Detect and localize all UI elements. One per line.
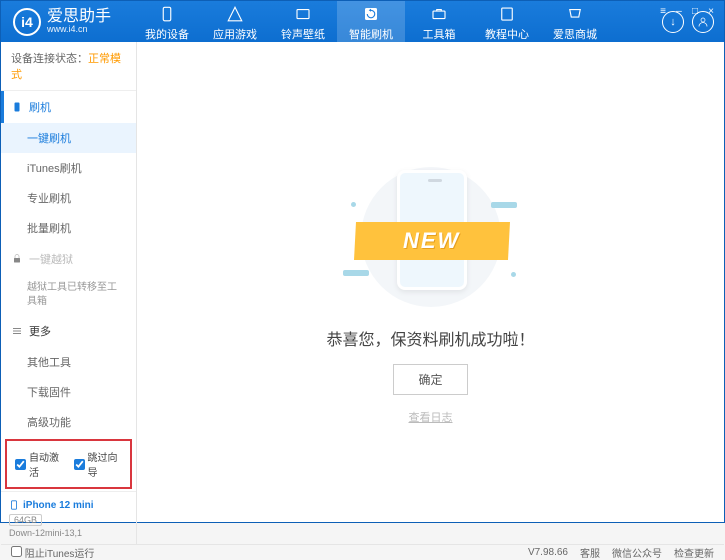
- options-checkboxes: 自动激活 跳过向导: [5, 439, 132, 489]
- status-label: 设备连接状态：: [11, 53, 88, 65]
- jailbreak-note: 越狱工具已转移至工具箱: [1, 275, 136, 315]
- connection-status: 设备连接状态：正常模式: [1, 42, 136, 91]
- tab-smart-flash[interactable]: 智能刷机: [337, 1, 405, 42]
- group-label: 更多: [29, 323, 51, 339]
- auto-activate-input[interactable]: [15, 459, 26, 470]
- window-controls: ≡ – □ ×: [650, 1, 724, 21]
- sidebar-item-batch[interactable]: 批量刷机: [1, 213, 136, 243]
- title-bar: ≡ – □ × i4 爱思助手 www.i4.cn 我的设备 应用游戏 铃声壁纸: [1, 1, 724, 42]
- block-itunes-input[interactable]: [11, 546, 22, 557]
- confirm-button[interactable]: 确定: [393, 364, 467, 395]
- sidebar: 设备连接状态：正常模式 刷机 一键刷机 iTunes刷机 专业刷机 批量刷机 一…: [1, 42, 137, 544]
- tab-ringtone[interactable]: 铃声壁纸: [269, 1, 337, 42]
- logo-area: i4 爱思助手 www.i4.cn: [1, 8, 123, 36]
- settings-menu-icon[interactable]: ≡: [656, 4, 670, 18]
- brand: 爱思助手 www.i4.cn: [47, 8, 111, 35]
- device-panel[interactable]: iPhone 12 mini 64GB Down-12mini-13,1: [1, 491, 136, 544]
- view-log-link[interactable]: 查看日志: [409, 409, 453, 425]
- group-jailbreak[interactable]: 一键越狱: [1, 243, 136, 275]
- tab-apps[interactable]: 应用游戏: [201, 1, 269, 42]
- new-banner: NEW: [354, 222, 510, 260]
- sidebar-item-advanced[interactable]: 高级功能: [1, 407, 136, 437]
- list-icon: [11, 325, 23, 337]
- tab-store[interactable]: 爱思商城: [541, 1, 609, 42]
- success-message: 恭喜您，保资料刷机成功啦！: [326, 326, 534, 350]
- lock-icon: [11, 253, 23, 265]
- checkbox-skip-guide[interactable]: 跳过向导: [74, 449, 123, 479]
- brand-url: www.i4.cn: [47, 25, 111, 35]
- sidebar-item-download[interactable]: 下载固件: [1, 377, 136, 407]
- footer-update[interactable]: 检查更新: [674, 545, 714, 560]
- phone-icon: [11, 101, 23, 113]
- skip-guide-input[interactable]: [74, 459, 85, 470]
- apps-icon: [226, 5, 244, 23]
- footer-left: 阻止iTunes运行: [11, 545, 94, 560]
- device-icon: [9, 498, 19, 512]
- device-sub: Down-12mini-13,1: [9, 528, 128, 538]
- body-area: 设备连接状态：正常模式 刷机 一键刷机 iTunes刷机 专业刷机 批量刷机 一…: [1, 42, 724, 544]
- tab-label: 智能刷机: [349, 26, 393, 42]
- checkbox-auto-activate[interactable]: 自动激活: [15, 449, 64, 479]
- toolbox-icon: [430, 5, 448, 23]
- group-label: 一键越狱: [29, 251, 73, 267]
- footer-right: V7.98.66 客服 微信公众号 检查更新: [528, 545, 714, 560]
- tab-label: 爱思商城: [553, 26, 597, 42]
- footer-wechat[interactable]: 微信公众号: [612, 545, 662, 560]
- tab-label: 铃声壁纸: [281, 26, 325, 42]
- tab-tutorial[interactable]: 教程中心: [473, 1, 541, 42]
- logo-icon: i4: [13, 8, 41, 36]
- sidebar-item-other-tools[interactable]: 其他工具: [1, 347, 136, 377]
- side-list: 刷机 一键刷机 iTunes刷机 专业刷机 批量刷机 一键越狱 越狱工具已转移至…: [1, 91, 136, 437]
- app-window: ≡ – □ × i4 爱思助手 www.i4.cn 我的设备 应用游戏 铃声壁纸: [0, 0, 725, 523]
- block-itunes-checkbox[interactable]: 阻止iTunes运行: [11, 545, 94, 560]
- group-flash[interactable]: 刷机: [1, 91, 136, 123]
- storage-badge: 64GB: [9, 514, 42, 526]
- content-area: NEW 恭喜您，保资料刷机成功啦！ 确定 查看日志: [137, 42, 724, 544]
- tab-toolbox[interactable]: 工具箱: [405, 1, 473, 42]
- sidebar-item-onekey[interactable]: 一键刷机: [1, 123, 136, 153]
- maximize-icon[interactable]: □: [688, 4, 702, 18]
- sidebar-item-itunes[interactable]: iTunes刷机: [1, 153, 136, 183]
- phone-icon: [158, 5, 176, 23]
- brand-title: 爱思助手: [47, 8, 111, 26]
- tab-label: 我的设备: [145, 26, 189, 42]
- group-more[interactable]: 更多: [1, 315, 136, 347]
- device-name: iPhone 12 mini: [23, 500, 94, 511]
- version-label: V7.98.66: [528, 547, 568, 558]
- book-icon: [498, 5, 516, 23]
- cart-icon: [566, 5, 584, 23]
- wallpaper-icon: [294, 5, 312, 23]
- tab-label: 教程中心: [485, 26, 529, 42]
- tab-label: 应用游戏: [213, 26, 257, 42]
- minimize-icon[interactable]: –: [672, 4, 686, 18]
- success-illustration: NEW: [341, 162, 521, 312]
- tab-label: 工具箱: [423, 26, 456, 42]
- sidebar-item-pro[interactable]: 专业刷机: [1, 183, 136, 213]
- footer: 阻止iTunes运行 V7.98.66 客服 微信公众号 检查更新: [1, 544, 724, 560]
- group-label: 刷机: [29, 99, 51, 115]
- top-tabs: 我的设备 应用游戏 铃声壁纸 智能刷机 工具箱 教程中心: [133, 1, 662, 42]
- device-name-row: iPhone 12 mini: [9, 498, 128, 512]
- main-center: NEW 恭喜您，保资料刷机成功啦！ 确定 查看日志: [137, 42, 724, 544]
- tab-my-device[interactable]: 我的设备: [133, 1, 201, 42]
- footer-service[interactable]: 客服: [580, 545, 600, 560]
- close-icon[interactable]: ×: [704, 4, 718, 18]
- refresh-icon: [362, 5, 380, 23]
